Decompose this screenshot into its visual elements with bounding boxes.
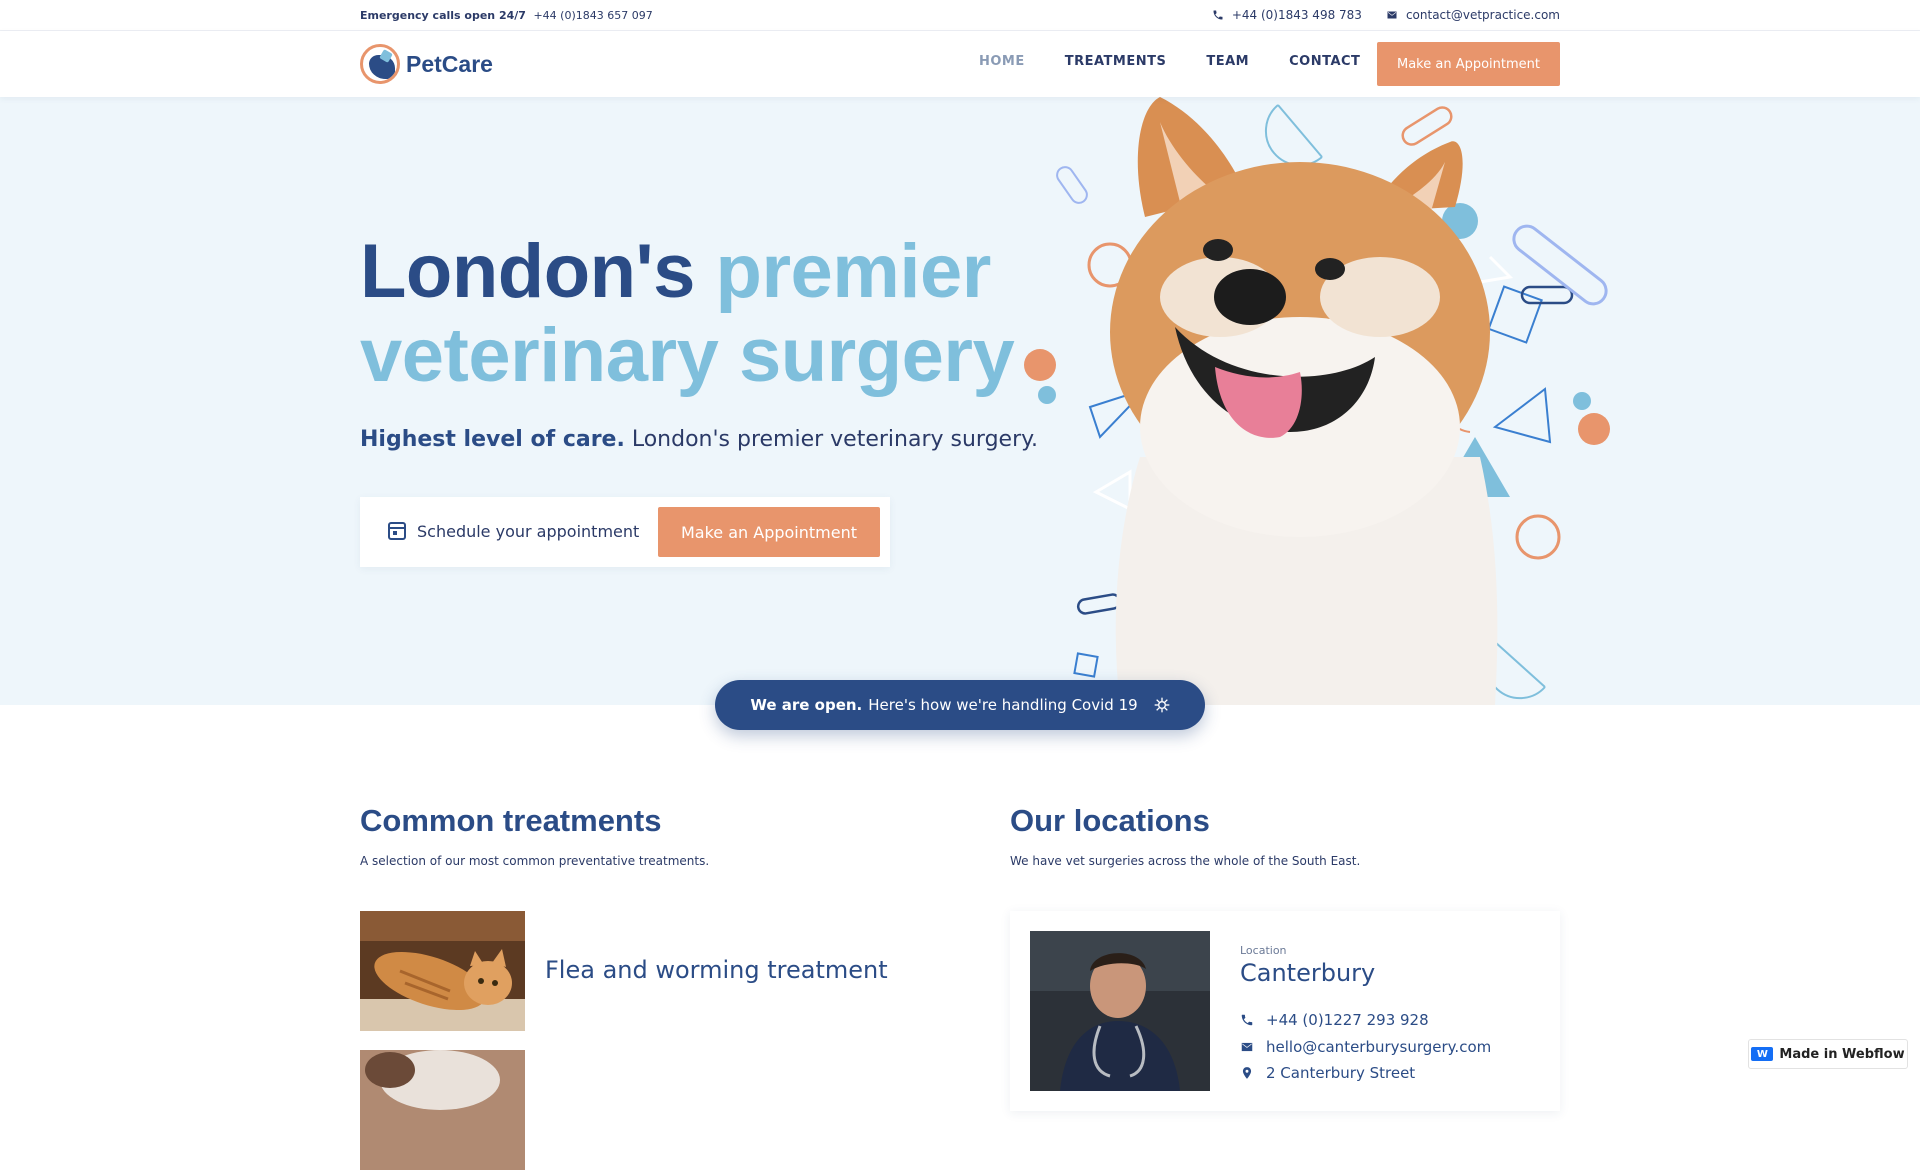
webflow-icon: W	[1751, 1047, 1774, 1061]
location-email[interactable]: hello@canterburysurgery.com	[1240, 1038, 1491, 1056]
hero-title-light-1: premier	[715, 229, 992, 314]
location-label: Location	[1240, 944, 1287, 957]
phone-icon	[1241, 1014, 1253, 1026]
mail-icon	[1387, 11, 1397, 19]
calendar-icon	[388, 522, 406, 540]
phone-icon	[1213, 10, 1223, 20]
emergency-phone[interactable]: +44 (0)1843 657 097	[533, 9, 652, 22]
nav-link-home[interactable]: HOME	[979, 54, 1025, 69]
treatment-item-flea[interactable]: Flea and worming treatment	[545, 956, 888, 984]
webflow-badge-label: Made in Webflow	[1779, 1046, 1905, 1062]
location-email-text: hello@canterburysurgery.com	[1266, 1038, 1492, 1056]
nav-link-team[interactable]: TEAM	[1206, 54, 1249, 69]
covid-banner[interactable]: We are open. Here's how we're handling C…	[715, 680, 1205, 730]
logo-icon	[360, 44, 400, 84]
cat-photo	[360, 911, 525, 1031]
treatments-title: Common treatments	[360, 803, 662, 838]
dog-illustration	[1024, 97, 1610, 705]
treatment-image-second[interactable]	[360, 1050, 525, 1170]
hero-title: London's premier veterinary surgery	[360, 230, 1060, 398]
emergency-info: Emergency calls open 24/7 +44 (0)1843 65…	[360, 9, 653, 22]
logo-text: PetCare	[406, 50, 493, 77]
hero-subtitle-rest: London's premier veterinary surgery.	[631, 427, 1039, 452]
topbar-email-text: contact@vetpractice.com	[1405, 8, 1560, 22]
virus-icon	[1154, 697, 1169, 713]
covid-banner-text: Here's how we're handling Covid 19	[868, 696, 1138, 714]
navbar: PetCare HOME TREATMENTS TEAM CONTACT Mak…	[0, 31, 1920, 97]
locations-title: Our locations	[1010, 803, 1210, 838]
hero-section: London's premier veterinary surgery High…	[0, 97, 1920, 705]
hero-appointment-button[interactable]: Make an Appointment	[658, 507, 880, 557]
map-pin-icon	[1242, 1067, 1252, 1079]
nav-appointment-button[interactable]: Make an Appointment	[1377, 42, 1560, 86]
schedule-label: Schedule your appointment	[417, 522, 640, 541]
logo[interactable]: PetCare	[360, 44, 493, 84]
topbar-phone[interactable]: +44 (0)1843 498 783	[1212, 8, 1362, 22]
hero-title-dark: London's	[360, 229, 695, 314]
nav-link-treatments[interactable]: TREATMENTS	[1065, 54, 1167, 69]
treatment-image-cat[interactable]	[360, 911, 525, 1031]
hero-subtitle: Highest level of care. London's premier …	[360, 427, 1038, 452]
topbar-phone-text: +44 (0)1843 498 783	[1231, 8, 1362, 22]
nav-links: HOME TREATMENTS TEAM CONTACT	[979, 54, 1360, 69]
nav-link-contact[interactable]: CONTACT	[1289, 54, 1360, 69]
schedule-box: Schedule your appointment Make an Appoin…	[360, 497, 890, 567]
location-phone-text: +44 (0)1227 293 928	[1266, 1011, 1429, 1029]
hero-subtitle-bold: Highest level of care.	[360, 427, 625, 452]
treatments-subtitle: A selection of our most common preventat…	[360, 854, 710, 868]
location-address: 2 Canterbury Street	[1240, 1064, 1415, 1082]
top-bar: Emergency calls open 24/7 +44 (0)1843 65…	[0, 0, 1920, 31]
contact-info: +44 (0)1843 498 783 contact@vetpractice.…	[1212, 8, 1560, 22]
covid-banner-bold: We are open.	[750, 696, 863, 714]
topbar-email[interactable]: contact@vetpractice.com	[1386, 8, 1560, 22]
second-treatment-photo	[360, 1050, 525, 1170]
emergency-label: Emergency calls open 24/7	[360, 9, 526, 22]
locations-subtitle: We have vet surgeries across the whole o…	[1010, 854, 1361, 868]
dog	[1110, 97, 1498, 705]
vet-photo	[1030, 931, 1210, 1091]
location-phone[interactable]: +44 (0)1227 293 928	[1240, 1011, 1429, 1029]
location-card[interactable]: Location Canterbury +44 (0)1227 293 928 …	[1010, 911, 1560, 1111]
location-address-text: 2 Canterbury Street	[1266, 1064, 1416, 1082]
mail-icon	[1241, 1042, 1253, 1052]
webflow-badge[interactable]: W Made in Webflow	[1748, 1039, 1908, 1069]
location-name: Canterbury	[1240, 959, 1376, 987]
hero-title-light-2: veterinary surgery	[360, 313, 1015, 398]
